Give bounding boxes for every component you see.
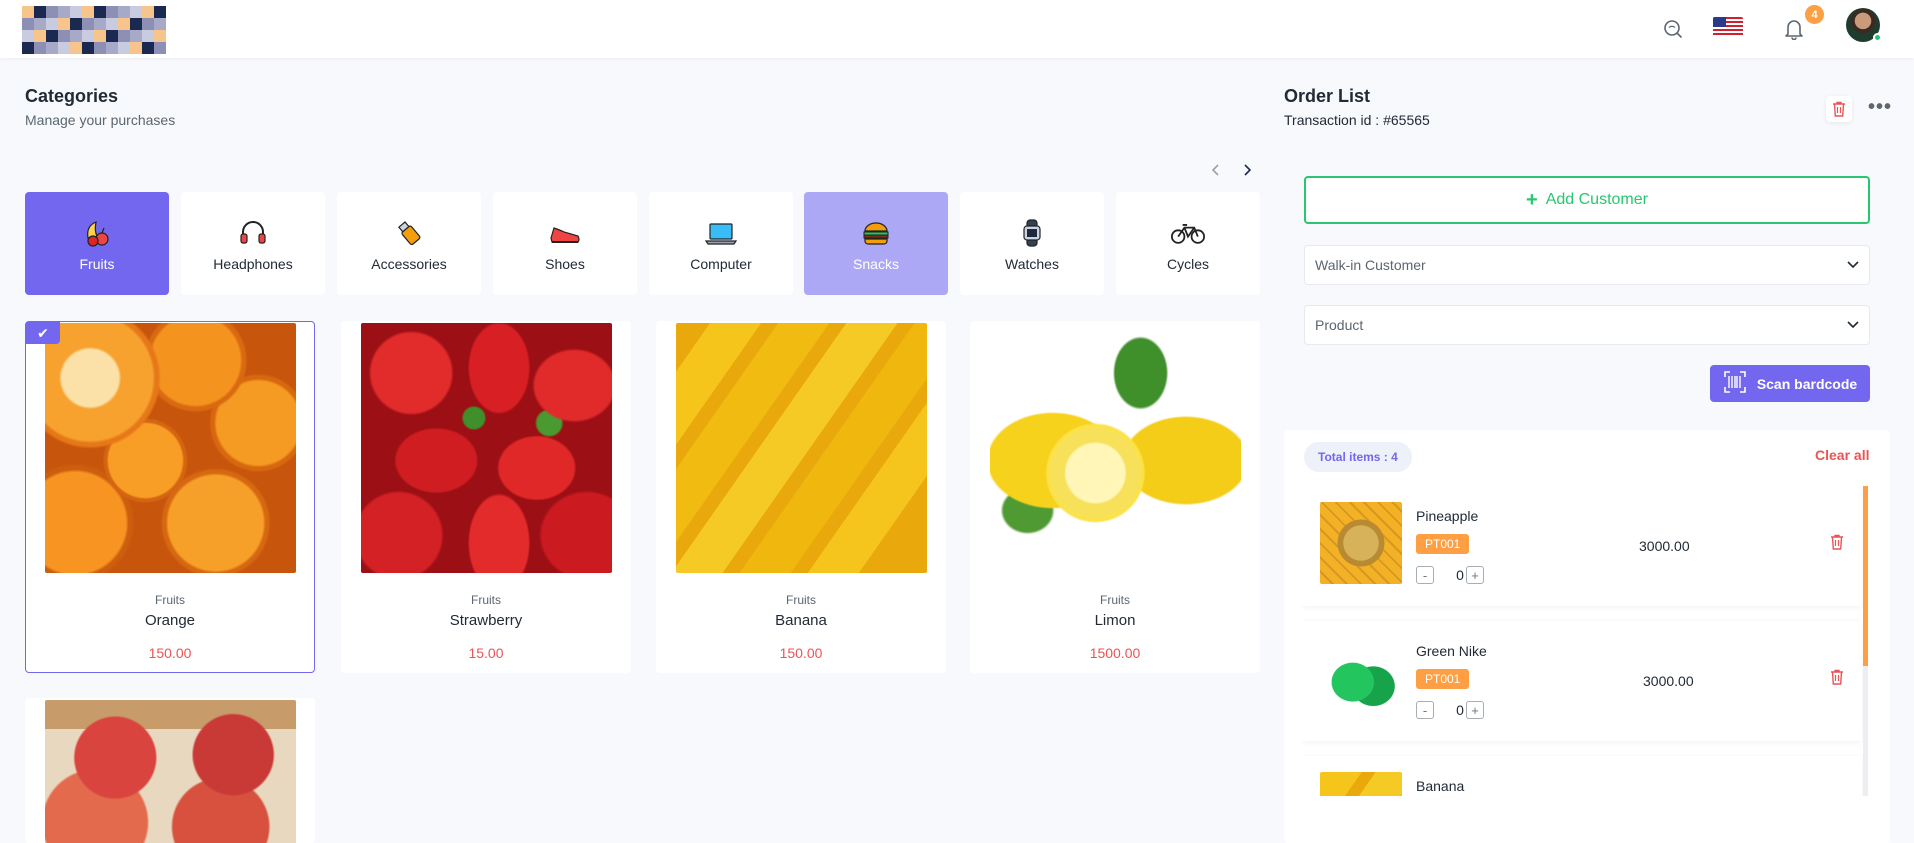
plus-icon: + (1526, 188, 1538, 211)
us-flag-icon[interactable] (1713, 17, 1743, 37)
product-select-value: Product (1315, 317, 1364, 333)
cart-item-image-green-nike (1320, 637, 1402, 719)
product-card-orange[interactable]: ✔ Fruits Orange 150.00 (25, 321, 315, 673)
next-arrow-icon[interactable] (1239, 160, 1255, 180)
cart-item-name: Pineapple (1416, 508, 1479, 524)
cart-item-name: Banana (1416, 778, 1465, 794)
product-card-apple[interactable] (25, 698, 315, 843)
bell-icon[interactable] (1779, 14, 1809, 44)
category-computer[interactable]: Computer (649, 192, 793, 295)
cart-item-name: Green Nike (1416, 643, 1487, 659)
product-name: Strawberry (449, 612, 523, 629)
categories-title: Categories (25, 86, 119, 106)
increase-qty-button[interactable]: + (1466, 566, 1484, 584)
category-label: Headphones (213, 255, 293, 272)
transaction-id: Transaction id : #65565 (1284, 112, 1430, 128)
category-headphones[interactable]: Headphones (181, 192, 325, 295)
category-cycles[interactable]: Cycles (1116, 192, 1260, 295)
category-fruits[interactable]: Fruits (25, 192, 169, 295)
product-code-badge: PT001 (1416, 534, 1470, 554)
product-name: Orange (144, 612, 196, 629)
category-watches[interactable]: Watches (960, 192, 1104, 295)
product-price: 1500.00 (1089, 645, 1141, 661)
product-name: Banana (775, 612, 827, 629)
product-image-apple (45, 700, 296, 843)
headphones-icon (236, 216, 270, 250)
usb-icon (392, 216, 426, 250)
clear-all-link[interactable]: Clear all (1815, 447, 1869, 463)
cart-item: Green Nike PT001 - 0 + 3000.00 (1302, 621, 1862, 741)
cart-item-image-banana (1320, 772, 1402, 796)
category-label: Computer (690, 255, 752, 272)
smartwatch-icon (1015, 216, 1049, 250)
category-shoes[interactable]: Shoes (493, 192, 637, 295)
online-status-dot (1873, 33, 1882, 42)
cart-item-image-pineapple (1320, 502, 1402, 584)
cart-item: Pineapple PT001 - 0 + 3000.00 (1302, 486, 1862, 606)
delete-item-icon[interactable] (1830, 534, 1844, 555)
product-price: 150.00 (779, 645, 823, 661)
search-icon[interactable] (1658, 14, 1688, 44)
product-price: 150.00 (148, 645, 192, 661)
prev-arrow-icon[interactable] (1208, 160, 1224, 180)
decrease-qty-button[interactable]: - (1416, 566, 1434, 584)
cart-item: Banana (1302, 756, 1862, 796)
product-card-banana[interactable]: Fruits Banana 150.00 (656, 321, 946, 673)
customer-select[interactable]: Walk-in Customer (1304, 245, 1870, 285)
product-image-limon (990, 323, 1241, 573)
cart-scrollbar-thumb[interactable] (1863, 486, 1868, 666)
total-items-badge: Total items : 4 (1304, 442, 1412, 472)
product-price: 15.00 (468, 645, 504, 661)
more-options-icon[interactable]: ••• (1868, 97, 1892, 117)
product-category: Fruits (786, 593, 816, 607)
add-customer-label: Add Customer (1545, 191, 1648, 208)
category-label: Fruits (79, 255, 115, 272)
product-category: Fruits (471, 593, 501, 607)
cart-item-price: 3000.00 (1643, 673, 1694, 689)
categories-subtitle: Manage your purchases (25, 112, 176, 128)
category-label: Shoes (545, 255, 585, 272)
product-name: Limon (1094, 612, 1136, 629)
product-select[interactable]: Product (1304, 305, 1870, 345)
category-snacks[interactable]: Snacks (804, 192, 948, 295)
product-code-badge: PT001 (1416, 669, 1470, 689)
customer-select-value: Walk-in Customer (1315, 257, 1426, 273)
delete-order-button[interactable] (1826, 96, 1852, 122)
product-image-orange (45, 323, 296, 573)
category-accessories[interactable]: Accessories (337, 192, 481, 295)
product-image-strawberry (361, 323, 612, 573)
product-card-limon[interactable]: Fruits Limon 1500.00 (970, 321, 1260, 673)
product-card-strawberry[interactable]: Fruits Strawberry 15.00 (341, 321, 631, 673)
sneaker-icon (548, 216, 582, 250)
top-header: 4 (0, 0, 1914, 58)
user-avatar[interactable] (1846, 8, 1882, 42)
barcode-icon (1723, 370, 1747, 397)
product-category: Fruits (1100, 593, 1130, 607)
product-image-banana (676, 323, 927, 573)
product-category: Fruits (155, 593, 185, 607)
fruits-icon (80, 216, 114, 250)
notification-count-badge: 4 (1805, 5, 1824, 24)
add-customer-button[interactable]: + Add Customer (1304, 176, 1870, 224)
cart-item-price: 3000.00 (1639, 538, 1690, 554)
category-label: Cycles (1166, 255, 1209, 272)
scan-barcode-label: Scan bardcode (1756, 375, 1858, 392)
bicycle-icon (1171, 216, 1205, 250)
delete-item-icon[interactable] (1830, 669, 1844, 690)
chevron-down-icon (1847, 258, 1859, 275)
cart-items-list[interactable]: Pineapple PT001 - 0 + 3000.00 Green Nike… (1302, 486, 1872, 796)
order-list-title: Order List (1284, 86, 1371, 106)
category-label: Watches (1005, 255, 1059, 272)
increase-qty-button[interactable]: + (1466, 701, 1484, 719)
category-label: Snacks (853, 255, 899, 272)
decrease-qty-button[interactable]: - (1416, 701, 1434, 719)
burger-icon (859, 216, 893, 250)
laptop-icon (704, 216, 738, 250)
category-label: Accessories (371, 255, 447, 272)
chevron-down-icon (1847, 318, 1859, 335)
check-icon: ✔ (26, 322, 60, 344)
scan-barcode-button[interactable]: Scan bardcode (1710, 365, 1870, 402)
logo[interactable] (22, 6, 166, 56)
